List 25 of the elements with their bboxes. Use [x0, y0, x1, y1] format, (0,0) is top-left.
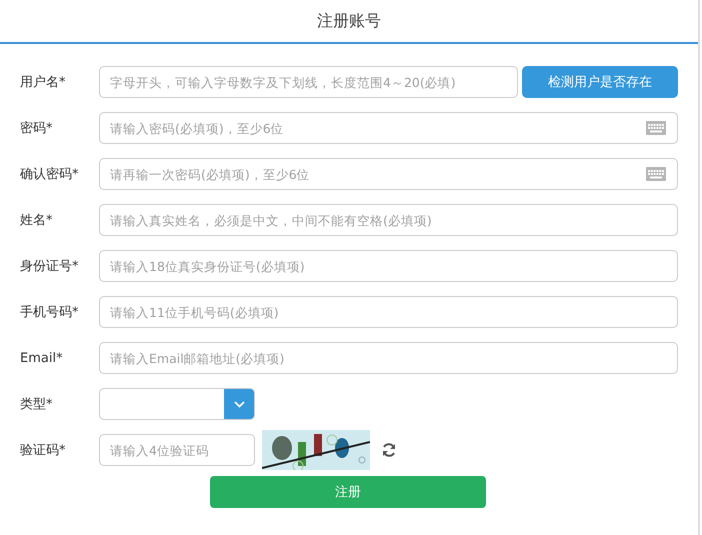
type-select[interactable] — [99, 388, 255, 420]
register-button[interactable]: 注册 — [210, 476, 486, 508]
input-field[interactable]: 请输入Email邮箱地址(必填项) — [99, 342, 678, 374]
field-label: 确认密码* — [20, 166, 80, 183]
field-label: 密码* — [20, 120, 54, 137]
input-field[interactable]: 请输入18位真实身份证号(必填项) — [99, 250, 678, 282]
keyboard-icon[interactable] — [646, 167, 666, 181]
field-label: 验证码* — [20, 442, 66, 459]
input-field[interactable]: 请输入真实姓名，必须是中文，中间不能有空格(必填项) — [99, 204, 678, 236]
input-field[interactable]: 字母开头，可输入字母数字及下划线，长度范围4～20(必填) — [99, 66, 518, 98]
field-label: 手机号码* — [20, 304, 80, 321]
field-label: 姓名* — [20, 212, 54, 229]
input-field[interactable]: 请输入4位验证码 — [99, 434, 255, 466]
keyboard-icon[interactable] — [646, 121, 666, 135]
field-label: 用户名* — [20, 74, 66, 91]
input-field[interactable]: 请输入11位手机号码(必填项) — [99, 296, 678, 328]
field-label: 类型* — [20, 396, 54, 413]
field-label: Email* — [20, 350, 64, 366]
field-label: 身份证号* — [20, 258, 80, 275]
chevron-down-icon — [234, 400, 244, 408]
refresh-icon[interactable] — [381, 442, 397, 458]
page-title: 注册账号 — [317, 10, 381, 32]
input-field[interactable]: 请再输一次密码(必填项)，至少6位 — [99, 158, 678, 190]
check-username-button[interactable]: 检测用户是否存在 — [522, 66, 678, 98]
input-field[interactable]: 请输入密码(必填项)，至少6位 — [99, 112, 678, 144]
